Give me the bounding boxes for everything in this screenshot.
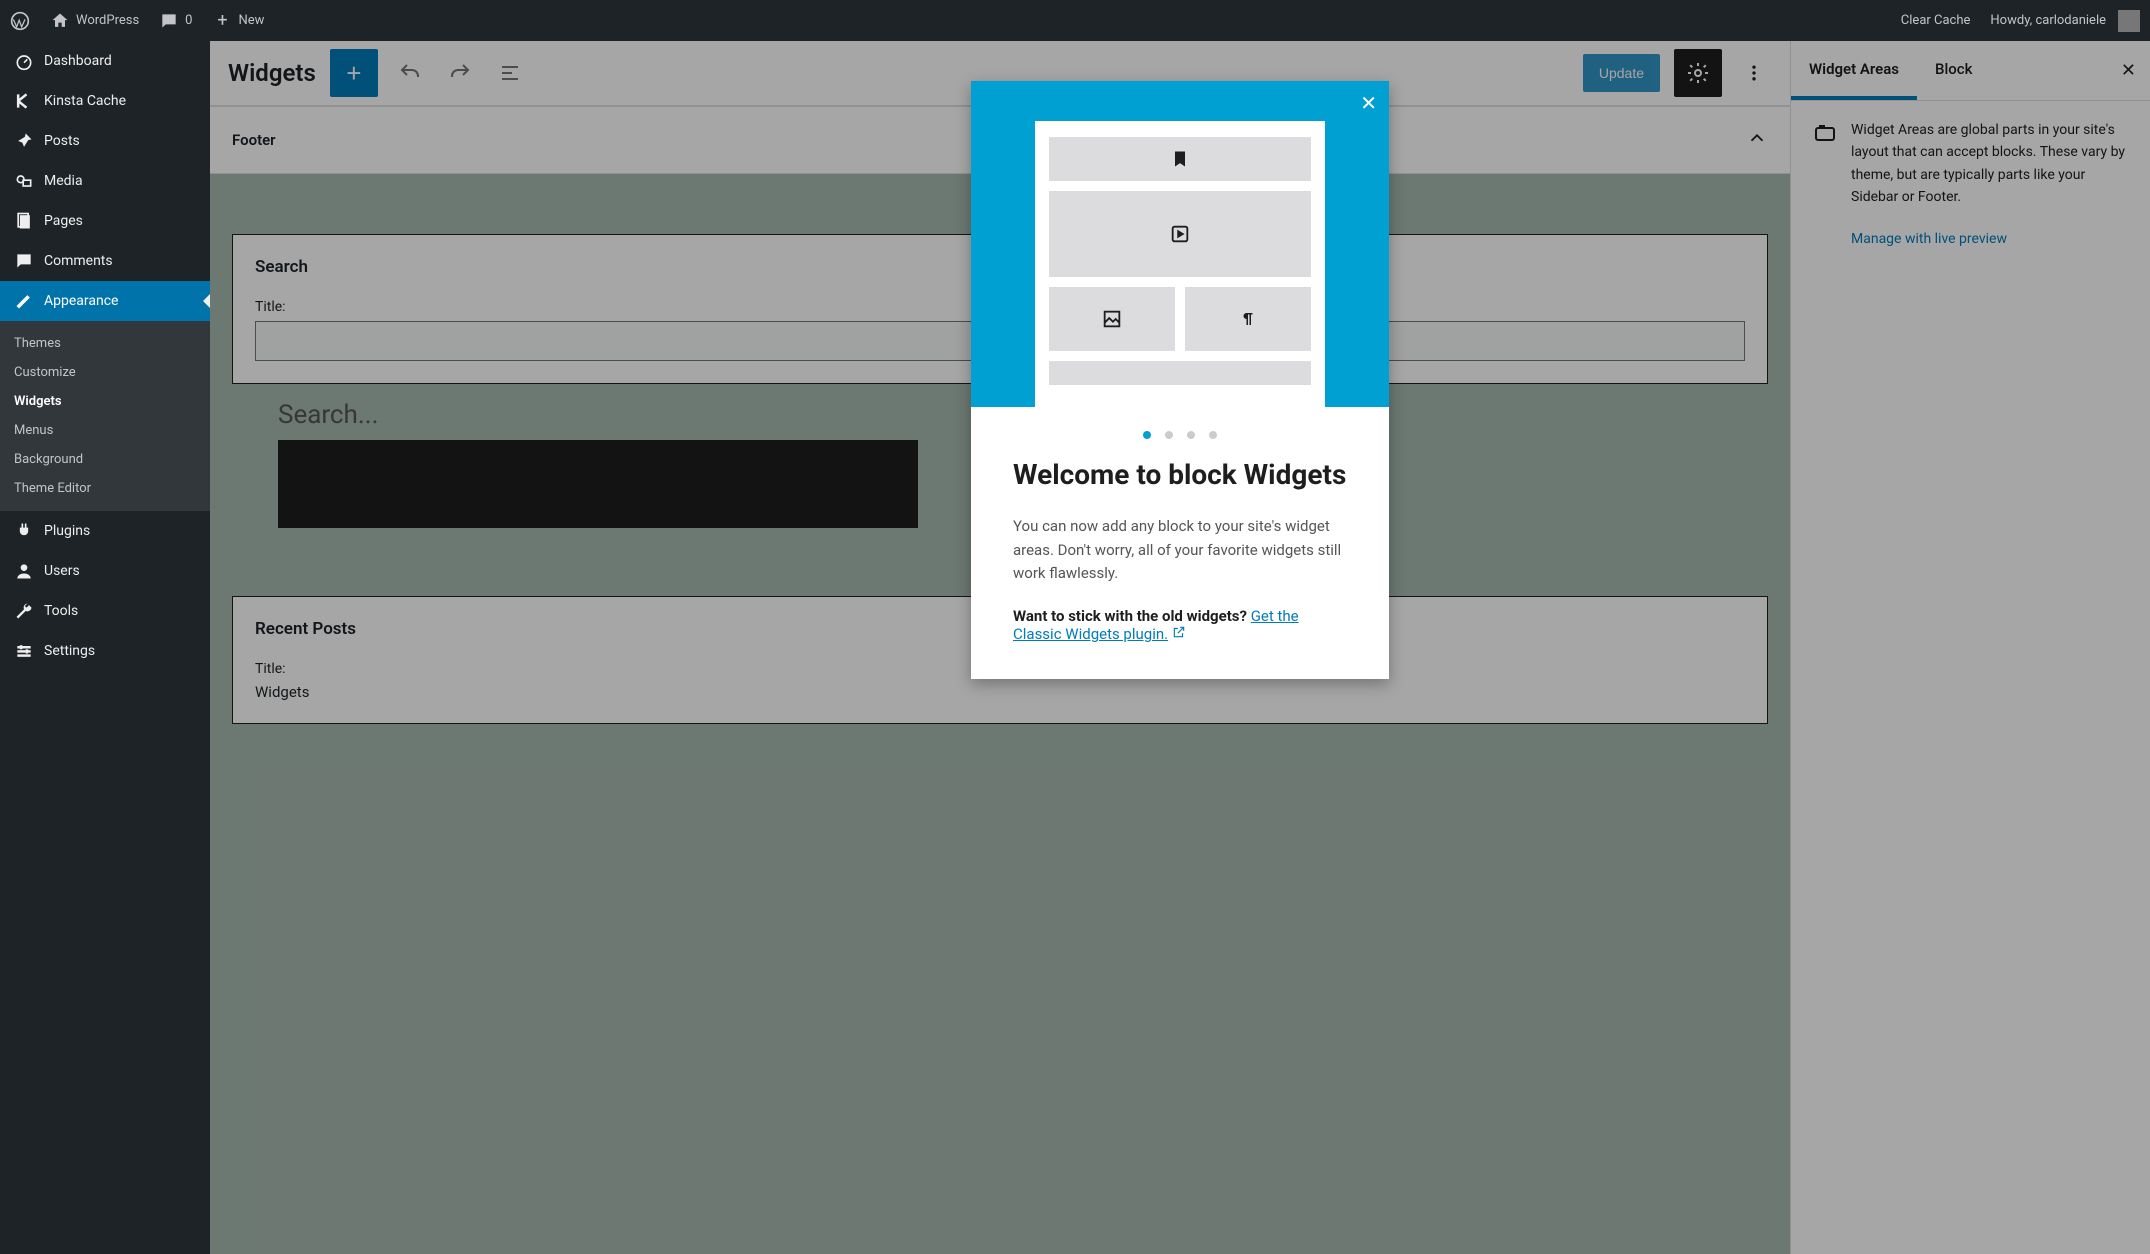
modal-text: You can now add any block to your site's… <box>1013 515 1347 585</box>
sidebar-item-label: Comments <box>44 253 113 269</box>
users-icon <box>14 561 34 581</box>
submenu-customize[interactable]: Customize <box>0 358 210 387</box>
sidebar-item-dashboard[interactable]: Dashboard <box>0 41 210 81</box>
modal-close-button[interactable]: ✕ <box>1360 91 1377 115</box>
sidebar-item-appearance[interactable]: Appearance <box>0 281 210 321</box>
modal-title: Welcome to block Widgets <box>1013 457 1347 493</box>
sidebar-item-users[interactable]: Users <box>0 551 210 591</box>
sidebar-item-label: Posts <box>44 133 80 149</box>
admin-toolbar: WordPress 0 + New Clear Cache Howdy, car… <box>0 0 2150 41</box>
pagination-dot[interactable] <box>1187 431 1195 439</box>
submenu-widgets[interactable]: Widgets <box>0 387 210 416</box>
sidebar-item-label: Plugins <box>44 523 90 539</box>
welcome-modal-backdrop: ✕ <box>210 41 2150 1254</box>
hero-image-block <box>1049 287 1175 351</box>
sidebar-item-plugins[interactable]: Plugins <box>0 511 210 551</box>
sidebar-item-label: Dashboard <box>44 53 112 69</box>
sidebar-item-label: Pages <box>44 213 83 229</box>
settings-icon <box>14 641 34 661</box>
play-icon <box>1169 223 1191 245</box>
sidebar-item-comments[interactable]: Comments <box>0 241 210 281</box>
modal-stick-prompt: Want to stick with the old widgets? Get … <box>1013 607 1347 643</box>
sidebar-item-label: Tools <box>44 603 78 619</box>
hero-video-block <box>1049 191 1311 277</box>
sidebar-item-label: Users <box>44 563 80 579</box>
sidebar-item-media[interactable]: Media <box>0 161 210 201</box>
site-link[interactable]: WordPress <box>40 0 149 41</box>
wordpress-icon <box>10 11 30 31</box>
avatar <box>2118 10 2140 32</box>
sidebar-item-label: Media <box>44 173 83 189</box>
sidebar-item-label: Appearance <box>44 293 118 309</box>
wp-logo[interactable] <box>0 0 40 41</box>
media-icon <box>14 171 34 191</box>
close-icon: ✕ <box>1360 91 1377 115</box>
sidebar-item-label: Settings <box>44 643 95 659</box>
comment-count: 0 <box>185 13 192 28</box>
submenu-theme-editor[interactable]: Theme Editor <box>0 474 210 503</box>
plus-icon: + <box>212 11 232 31</box>
kinsta-icon <box>14 91 34 111</box>
sidebar-item-tools[interactable]: Tools <box>0 591 210 631</box>
external-link-icon <box>1172 625 1186 643</box>
new-label: New <box>238 13 264 28</box>
appearance-submenu: Themes Customize Widgets Menus Backgroun… <box>0 321 210 511</box>
modal-pagination <box>971 407 1389 447</box>
tools-icon <box>14 601 34 621</box>
pagination-dot[interactable] <box>1143 431 1151 439</box>
pin-icon <box>14 131 34 151</box>
hero-small-block <box>1049 361 1311 385</box>
toolbar-comments[interactable]: 0 <box>149 0 202 41</box>
paragraph-icon <box>1239 310 1257 328</box>
hero-bookmark-block <box>1049 137 1311 181</box>
sidebar-item-settings[interactable]: Settings <box>0 631 210 671</box>
page-icon <box>14 211 34 231</box>
admin-sidebar: Dashboard Kinsta Cache Posts Media Pages… <box>0 41 210 1254</box>
howdy-account[interactable]: Howdy, carlodaniele <box>1980 0 2150 41</box>
comment-icon <box>159 11 179 31</box>
clear-cache-link[interactable]: Clear Cache <box>1891 0 1981 41</box>
sidebar-item-kinsta[interactable]: Kinsta Cache <box>0 81 210 121</box>
submenu-background[interactable]: Background <box>0 445 210 474</box>
appearance-icon <box>14 291 34 311</box>
toolbar-new[interactable]: + New <box>202 0 274 41</box>
pagination-dot[interactable] <box>1209 431 1217 439</box>
submenu-menus[interactable]: Menus <box>0 416 210 445</box>
site-name: WordPress <box>76 13 139 28</box>
hero-paragraph-block <box>1185 287 1311 351</box>
main-area: Widgets + Update <box>210 41 2150 1254</box>
pagination-dot[interactable] <box>1165 431 1173 439</box>
sidebar-item-posts[interactable]: Posts <box>0 121 210 161</box>
comment-icon <box>14 251 34 271</box>
welcome-modal: ✕ <box>971 81 1389 679</box>
home-icon <box>50 11 70 31</box>
dashboard-icon <box>14 51 34 71</box>
submenu-themes[interactable]: Themes <box>0 329 210 358</box>
image-icon <box>1101 308 1123 330</box>
bookmark-icon <box>1170 149 1190 169</box>
sidebar-item-label: Kinsta Cache <box>44 93 126 109</box>
plugin-icon <box>14 521 34 541</box>
modal-hero <box>971 81 1389 407</box>
sidebar-item-pages[interactable]: Pages <box>0 201 210 241</box>
